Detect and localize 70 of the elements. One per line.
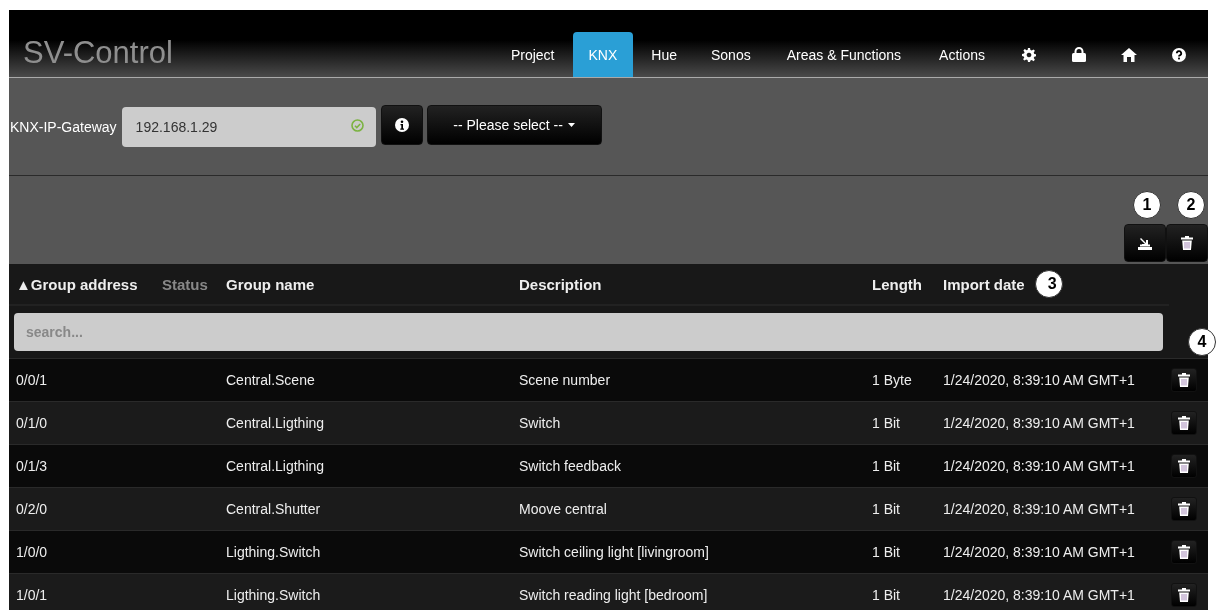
table-cell-text: Switch feedback xyxy=(518,458,622,474)
table-cell-text: Switch ceiling light [livingroom] xyxy=(518,544,710,560)
delete-button[interactable] xyxy=(1171,583,1197,607)
table-cell-text: Central.Ligthing xyxy=(225,415,326,431)
table-cell-text: 1/0/0 xyxy=(15,544,49,560)
delete-button[interactable] xyxy=(1171,411,1197,435)
callout-number: 1 xyxy=(1133,191,1161,219)
table-cell-text: Ligthing.Switch xyxy=(225,587,322,603)
home-icon[interactable] xyxy=(1121,47,1137,62)
trash-icon xyxy=(1178,545,1190,559)
trash-icon xyxy=(1178,416,1190,430)
nav-tab[interactable]: Project xyxy=(494,32,571,77)
table-cell-text: Central.Scene xyxy=(225,372,316,388)
trash-icon xyxy=(1178,373,1190,387)
trash-icon xyxy=(1178,459,1190,473)
trash-icon xyxy=(1178,588,1190,602)
table-cell-text: Central.Shutter xyxy=(225,501,322,517)
table-cell-text: 1/24/2020, 8:39:10 AM GMT+1 xyxy=(942,415,1136,431)
nav-tab[interactable]: Hue xyxy=(635,32,693,77)
callout-number: 2 xyxy=(1177,191,1205,219)
column-header[interactable]: Import date xyxy=(936,275,1025,293)
table-cell-text: 1 Byte xyxy=(871,372,913,388)
table-cell-text: Scene number xyxy=(518,372,612,388)
column-header[interactable]: ▲Group address xyxy=(9,275,155,293)
trash-icon xyxy=(1181,236,1193,250)
delete-button[interactable] xyxy=(1171,540,1197,564)
table-cell-text: 1/24/2020, 8:39:10 AM GMT+1 xyxy=(942,544,1136,560)
nav-tab[interactable]: Actions xyxy=(921,32,1003,77)
table-cell-text: 1/24/2020, 8:39:10 AM GMT+1 xyxy=(942,372,1136,388)
table-cell-text: Ligthing.Switch xyxy=(225,544,322,560)
delete-button[interactable] xyxy=(1171,454,1197,478)
table-cell-text: 0/1/3 xyxy=(15,458,49,474)
table-cell-text: 0/1/0 xyxy=(15,415,49,431)
caret-icon xyxy=(567,122,575,127)
column-header[interactable]: Group name xyxy=(219,275,512,293)
table-cell-text: 1/24/2020, 8:39:10 AM GMT+1 xyxy=(942,587,1136,603)
delete-button[interactable] xyxy=(1171,368,1197,392)
nav-tab[interactable]: Sonos xyxy=(695,32,767,77)
table-cell-text: 1 Bit xyxy=(871,415,901,431)
help-icon[interactable] xyxy=(1172,47,1186,62)
table-cell-text: 1/24/2020, 8:39:10 AM GMT+1 xyxy=(942,458,1136,474)
table-cell-text: Switch xyxy=(518,415,562,431)
table-cell-text: Central.Ligthing xyxy=(225,458,326,474)
trash-icon xyxy=(1178,502,1190,516)
table-cell-text: 1/24/2020, 8:39:10 AM GMT+1 xyxy=(942,501,1136,517)
nav-tab[interactable]: Areas & Functions xyxy=(768,32,920,77)
select-dropdown[interactable]: -- Please select -- xyxy=(426,104,602,145)
table-cell-text: 0/2/0 xyxy=(15,501,49,517)
gateway-input[interactable]: 192.168.1.29 xyxy=(121,106,376,147)
table-cell-text: 0/0/1 xyxy=(15,372,49,388)
table-cell-text: 1 Bit xyxy=(871,544,901,560)
info-icon xyxy=(394,117,409,132)
search-field[interactable]: search... xyxy=(14,313,1163,351)
table-cell-text: 1 Bit xyxy=(871,501,901,517)
callout-number: 4 xyxy=(1188,328,1216,356)
app-logo: SV-Control xyxy=(23,35,174,71)
table-cell-text: Moove central xyxy=(518,501,608,517)
callout-number: 3 xyxy=(1034,270,1063,298)
table-cell-text: 1 Bit xyxy=(871,458,901,474)
column-header[interactable]: Length xyxy=(865,275,936,293)
field-label: KNX-IP-Gateway xyxy=(10,118,117,135)
table-cell-text: 1/0/1 xyxy=(15,587,49,603)
table-cell-text: 1 Bit xyxy=(871,587,901,603)
column-header[interactable]: Description xyxy=(512,275,865,293)
delete-button[interactable] xyxy=(1171,497,1197,521)
table-cell-text: Switch reading light [bedroom] xyxy=(518,587,709,603)
settings-icon[interactable] xyxy=(1022,47,1036,62)
info-button[interactable] xyxy=(380,104,423,145)
import-icon xyxy=(1138,236,1152,250)
lock-icon[interactable] xyxy=(1072,47,1086,62)
